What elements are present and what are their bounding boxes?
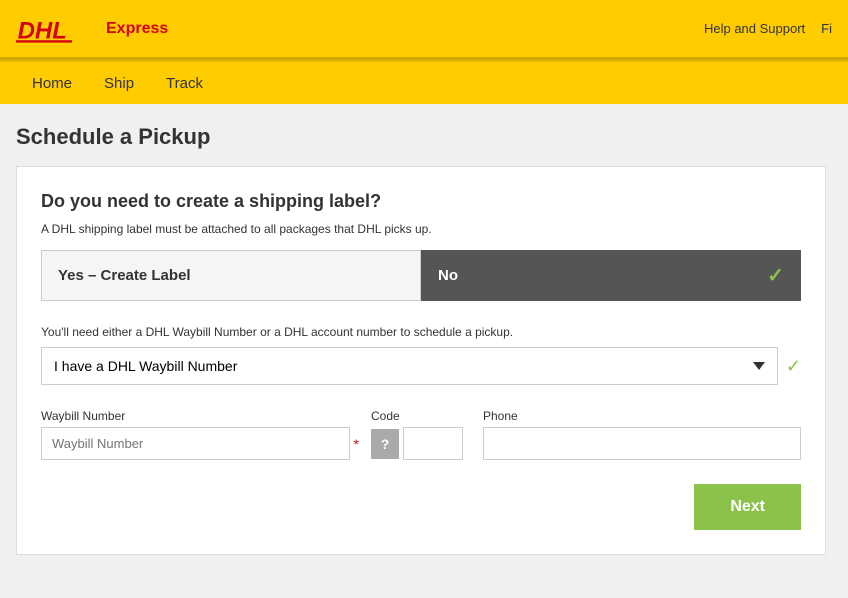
next-button[interactable]: Next bbox=[694, 484, 801, 530]
dhl-logo-icon: DHL bbox=[16, 9, 96, 49]
nav-ship[interactable]: Ship bbox=[88, 67, 150, 100]
dropdown-row: I have a DHL Waybill Number I have a DHL… bbox=[41, 347, 801, 385]
dropdown-hint: You'll need either a DHL Waybill Number … bbox=[41, 325, 801, 339]
header-nav-right: Help and Support Fi bbox=[704, 21, 832, 36]
waybill-input-row: * bbox=[41, 427, 359, 460]
dhl-express-label: Express bbox=[106, 20, 168, 38]
header: DHL Express Help and Support Fi bbox=[0, 0, 848, 60]
phone-label: Phone bbox=[483, 409, 801, 423]
question-title: Do you need to create a shipping label? bbox=[41, 191, 801, 212]
logo-area: DHL Express bbox=[16, 9, 168, 49]
code-help-button[interactable]: ? bbox=[371, 429, 399, 459]
page-title: Schedule a Pickup bbox=[16, 124, 832, 150]
nav-track[interactable]: Track bbox=[150, 67, 219, 100]
fields-row: Waybill Number * Code ? Phone bbox=[41, 409, 801, 460]
form-card: Do you need to create a shipping label? … bbox=[16, 166, 826, 555]
page-content: Schedule a Pickup Do you need to create … bbox=[0, 104, 848, 575]
waybill-type-select[interactable]: I have a DHL Waybill Number I have a DHL… bbox=[41, 347, 778, 385]
no-button[interactable]: No ✓ bbox=[421, 250, 801, 301]
code-input-row: ? bbox=[371, 427, 471, 460]
next-row: Next bbox=[41, 484, 801, 530]
dropdown-checkmark-icon: ✓ bbox=[786, 356, 801, 377]
waybill-field-group: Waybill Number * bbox=[41, 409, 359, 460]
code-label: Code bbox=[371, 409, 471, 423]
nav-bar: Home Ship Track bbox=[0, 60, 848, 104]
fi-link[interactable]: Fi bbox=[821, 21, 832, 36]
phone-input[interactable] bbox=[483, 427, 801, 460]
code-field-group: Code ? bbox=[371, 409, 471, 460]
waybill-label: Waybill Number bbox=[41, 409, 359, 423]
toggle-group: Yes – Create Label No ✓ bbox=[41, 250, 801, 301]
code-input[interactable] bbox=[403, 427, 463, 460]
phone-field-group: Phone bbox=[483, 409, 801, 460]
nav-home[interactable]: Home bbox=[16, 67, 88, 100]
required-star: * bbox=[354, 436, 359, 452]
help-support-link[interactable]: Help and Support bbox=[704, 21, 805, 36]
question-desc: A DHL shipping label must be attached to… bbox=[41, 222, 801, 236]
waybill-input[interactable] bbox=[41, 427, 350, 460]
yes-create-label-button[interactable]: Yes – Create Label bbox=[41, 250, 421, 301]
no-checkmark-icon: ✓ bbox=[767, 263, 784, 288]
